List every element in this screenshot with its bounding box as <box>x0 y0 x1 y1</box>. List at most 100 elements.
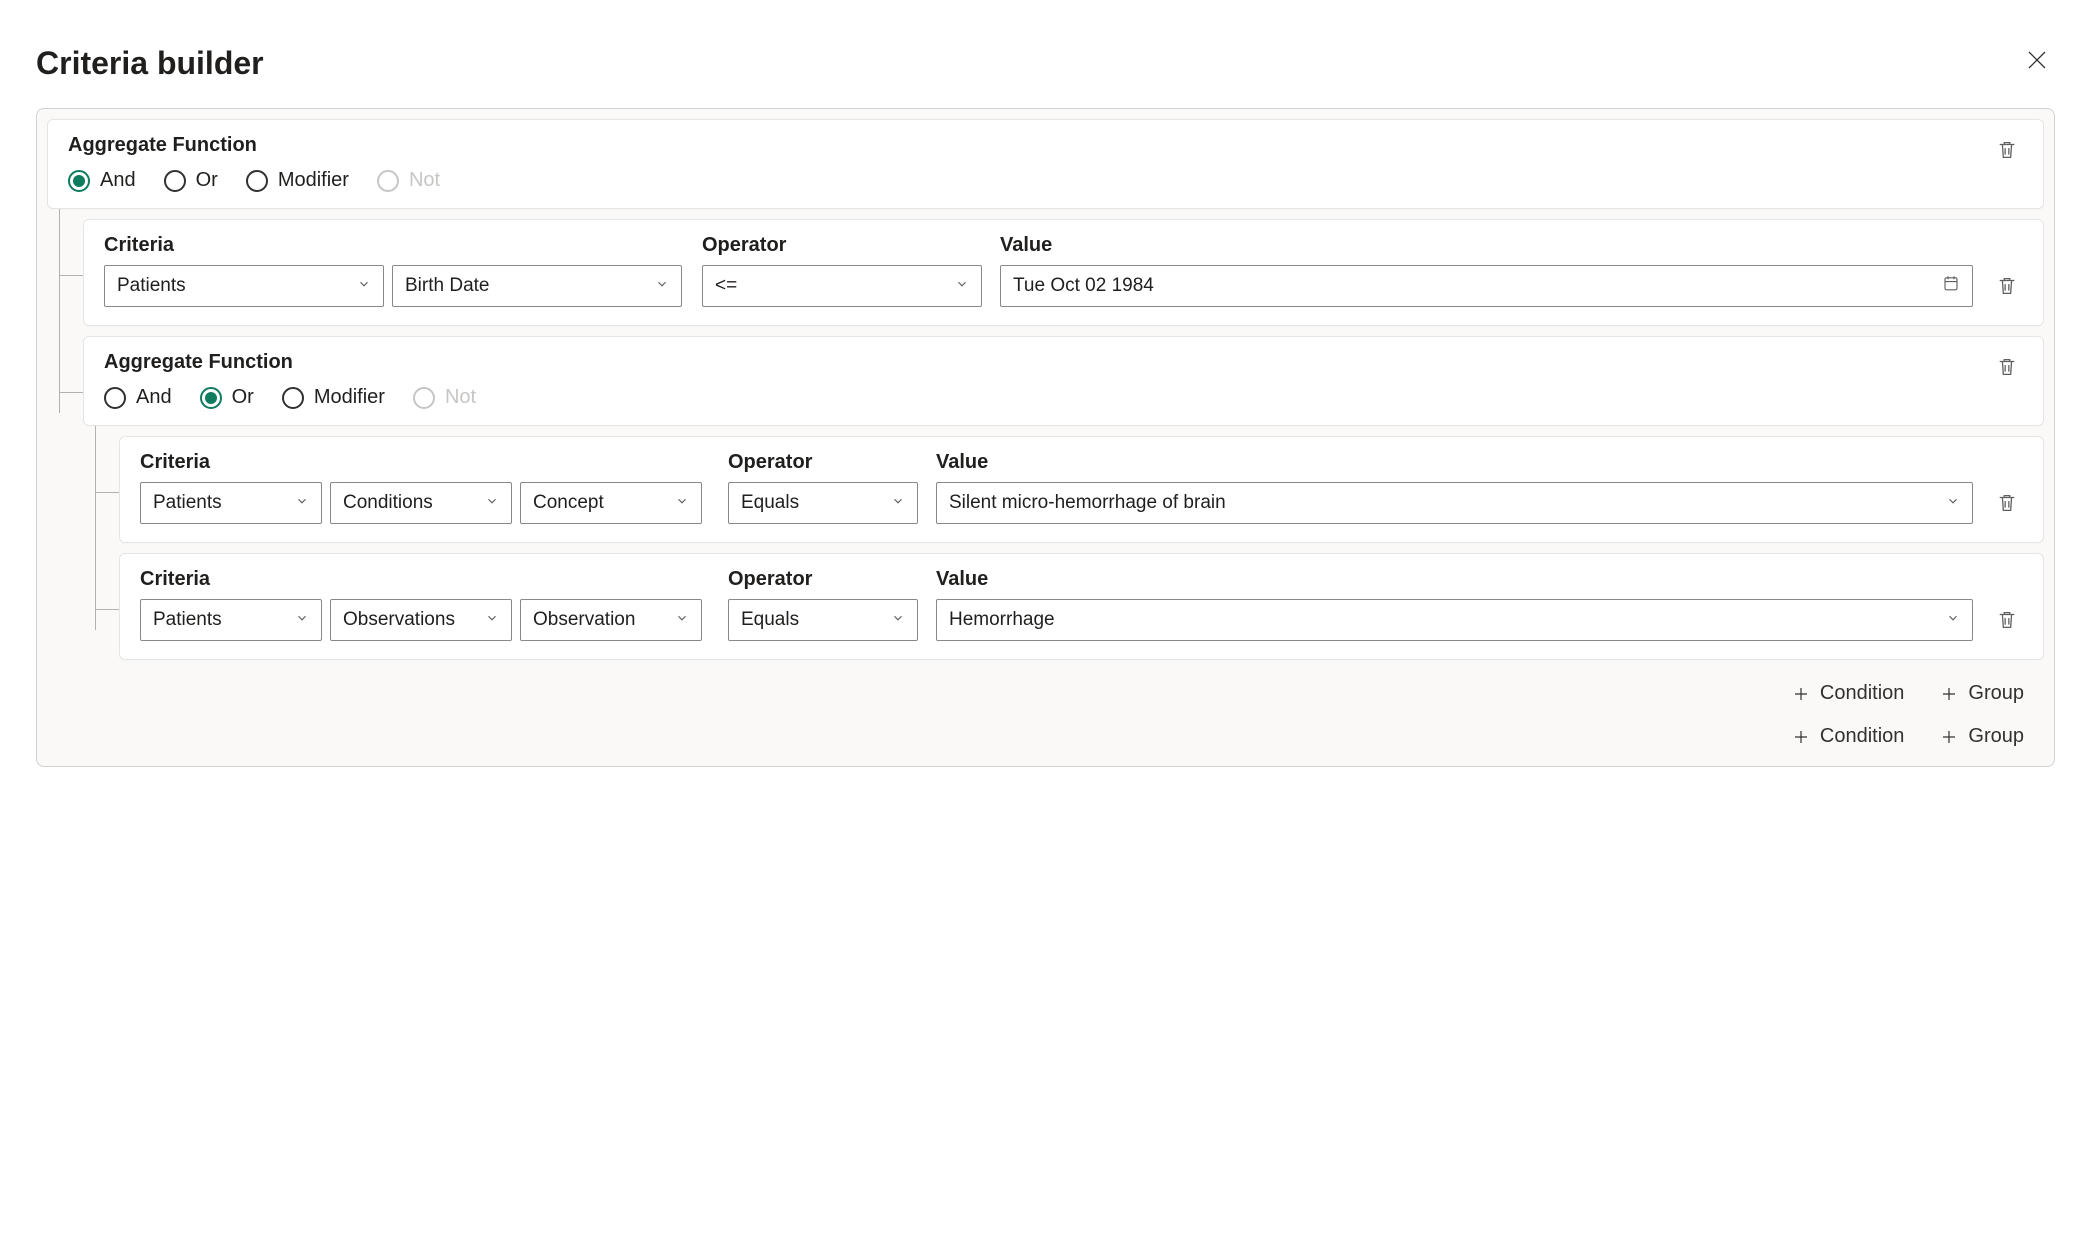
radio-icon <box>246 170 268 192</box>
radio-label: Modifier <box>314 386 385 409</box>
select-value: Observations <box>343 609 455 631</box>
delete-group-button[interactable] <box>1991 351 2023 383</box>
value-date-input[interactable]: Tue Oct 02 1984 <box>1000 265 1973 307</box>
select-value: <= <box>715 275 737 297</box>
radio-icon <box>68 170 90 192</box>
radio-label: And <box>136 386 172 409</box>
plus-icon <box>1940 685 1958 703</box>
criteria-select-entity[interactable]: Patients <box>104 265 384 307</box>
value-label: Value <box>1000 234 1973 257</box>
radio-label: Not <box>445 386 476 409</box>
value-label: Value <box>936 568 1973 591</box>
input-value: Tue Oct 02 1984 <box>1013 275 1154 297</box>
chevron-down-icon <box>295 492 309 514</box>
button-label: Group <box>1968 682 2024 705</box>
trash-icon <box>1996 492 2018 514</box>
radio-icon <box>377 170 399 192</box>
select-value: Concept <box>533 492 604 514</box>
group-actions: Condition Group <box>119 670 2044 713</box>
radio-modifier[interactable]: Modifier <box>282 386 385 409</box>
criteria-select-attribute[interactable]: Birth Date <box>392 265 682 307</box>
radio-label: Or <box>232 386 254 409</box>
operator-label: Operator <box>728 568 918 591</box>
operator-select[interactable]: <= <box>702 265 982 307</box>
plus-icon <box>1940 728 1958 746</box>
radio-or[interactable]: Or <box>200 386 254 409</box>
value-select[interactable]: Silent micro-hemorrhage of brain <box>936 482 1973 524</box>
select-value: Observation <box>533 609 635 631</box>
radio-icon <box>104 387 126 409</box>
add-condition-button[interactable]: Condition <box>1792 725 1905 748</box>
radio-icon <box>413 387 435 409</box>
criteria-select-attribute[interactable]: Concept <box>520 482 702 524</box>
operator-select[interactable]: Equals <box>728 599 918 641</box>
chevron-down-icon <box>1946 609 1960 631</box>
radio-label: And <box>100 169 136 192</box>
chevron-down-icon <box>891 492 905 514</box>
trash-icon <box>1996 139 2018 161</box>
radio-icon <box>200 387 222 409</box>
select-value: Silent micro-hemorrhage of brain <box>949 492 1226 514</box>
value-select[interactable]: Hemorrhage <box>936 599 1973 641</box>
group-actions: Condition Group <box>47 713 2044 756</box>
chevron-down-icon <box>357 275 371 297</box>
radio-and[interactable]: And <box>68 169 136 192</box>
delete-condition-button[interactable] <box>1991 604 2023 636</box>
criteria-select-relation[interactable]: Observations <box>330 599 512 641</box>
chevron-down-icon <box>295 609 309 631</box>
aggregate-function-radios: And Or Modifier Not <box>68 169 440 192</box>
condition-row: Criteria Patients Birth Date Operator <box>83 219 2044 326</box>
chevron-down-icon <box>485 609 499 631</box>
condition-row: Criteria Patients Conditions <box>119 436 2044 543</box>
chevron-down-icon <box>485 492 499 514</box>
radio-label: Modifier <box>278 169 349 192</box>
plus-icon <box>1792 728 1810 746</box>
criteria-select-entity[interactable]: Patients <box>140 482 322 524</box>
calendar-icon <box>1942 274 1960 298</box>
delete-condition-button[interactable] <box>1991 270 2023 302</box>
add-group-button[interactable]: Group <box>1940 725 2024 748</box>
radio-label: Not <box>409 169 440 192</box>
radio-or[interactable]: Or <box>164 169 218 192</box>
criteria-label: Criteria <box>140 568 710 591</box>
select-value: Equals <box>741 609 799 631</box>
criteria-select-attribute[interactable]: Observation <box>520 599 702 641</box>
select-value: Birth Date <box>405 275 489 297</box>
chevron-down-icon <box>675 609 689 631</box>
select-value: Patients <box>153 609 222 631</box>
radio-icon <box>282 387 304 409</box>
radio-modifier[interactable]: Modifier <box>246 169 349 192</box>
criteria-select-relation[interactable]: Conditions <box>330 482 512 524</box>
chevron-down-icon <box>675 492 689 514</box>
button-label: Condition <box>1820 682 1905 705</box>
criteria-label: Criteria <box>140 451 710 474</box>
close-icon <box>2025 48 2049 72</box>
add-condition-button[interactable]: Condition <box>1792 682 1905 705</box>
close-button[interactable] <box>2019 42 2055 84</box>
aggregate-function-label: Aggregate Function <box>104 351 476 374</box>
select-value: Equals <box>741 492 799 514</box>
page-title: Criteria builder <box>36 45 264 82</box>
radio-not: Not <box>377 169 440 192</box>
delete-group-button[interactable] <box>1991 134 2023 166</box>
add-group-button[interactable]: Group <box>1940 682 2024 705</box>
aggregate-function-label: Aggregate Function <box>68 134 440 157</box>
radio-icon <box>164 170 186 192</box>
chevron-down-icon <box>891 609 905 631</box>
trash-icon <box>1996 609 2018 631</box>
button-label: Group <box>1968 725 2024 748</box>
operator-select[interactable]: Equals <box>728 482 918 524</box>
criteria-select-entity[interactable]: Patients <box>140 599 322 641</box>
select-value: Hemorrhage <box>949 609 1055 631</box>
radio-label: Or <box>196 169 218 192</box>
aggregate-function-group: Aggregate Function And Or Modifier <box>47 119 2044 209</box>
chevron-down-icon <box>955 275 969 297</box>
chevron-down-icon <box>655 275 669 297</box>
radio-and[interactable]: And <box>104 386 172 409</box>
chevron-down-icon <box>1946 492 1960 514</box>
select-value: Patients <box>153 492 222 514</box>
delete-condition-button[interactable] <box>1991 487 2023 519</box>
aggregate-function-radios: And Or Modifier <box>104 386 476 409</box>
trash-icon <box>1996 275 2018 297</box>
radio-not: Not <box>413 386 476 409</box>
